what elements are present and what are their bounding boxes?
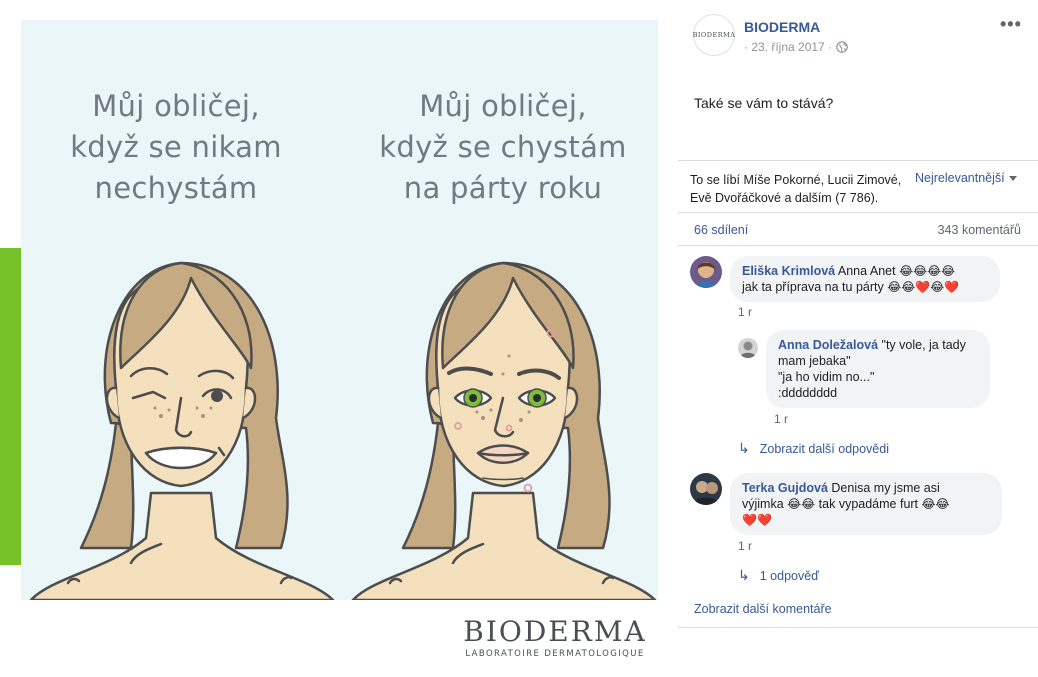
reply-text: :dddddddd: [778, 386, 838, 400]
comment-emoji: ❤️❤️: [742, 513, 772, 527]
comment-emoji: 😂😂: [921, 497, 950, 511]
reply-bubble: Anna Doležalová "ty vole, ja tady mam je…: [766, 330, 990, 408]
comment-emoji: 😂😂❤️😂❤️: [887, 280, 960, 294]
logo-subtitle: LABORATOIRE DERMATOLOGIQUE: [465, 649, 645, 659]
post-image[interactable]: Můj obličej, když se nikam nechystám Můj…: [21, 20, 658, 600]
avatar-photo: [690, 256, 722, 288]
reply-avatar[interactable]: [738, 338, 758, 358]
commenter-avatar[interactable]: [690, 256, 722, 288]
post-panel: BIODERMA BIODERMA · 23. října 2017 · •••…: [678, 0, 1038, 677]
post-date-link[interactable]: · 23. října 2017 ·: [744, 40, 832, 54]
comment-bubble: Terka Gujdová Denisa my jsme asi výjimka…: [730, 473, 1002, 535]
reply-author-link[interactable]: Anna Doležalová: [778, 338, 878, 352]
bioderma-logo: BIODERMA LABORATOIRE DERMATOLOGIQUE: [450, 615, 660, 660]
reply-time-link[interactable]: 1 r: [774, 412, 788, 426]
comment-author-link[interactable]: Terka Gujdová: [742, 481, 828, 495]
relaxed-face-illustration: [29, 261, 335, 600]
reply-arrow-icon: ↳: [738, 440, 750, 456]
comment-text: výjimka: [742, 497, 788, 511]
caret-down-icon: [1008, 175, 1017, 181]
caption-right: Můj obličej, když se chystám na párty ro…: [379, 89, 627, 205]
green-accent-bar: [0, 248, 21, 565]
reply-text: "ja ho vidim no...": [778, 370, 875, 384]
page-avatar[interactable]: BIODERMA: [693, 14, 735, 56]
replies-label: 1 odpověď: [759, 568, 819, 583]
reply-text: mam jebaka": [778, 354, 851, 368]
likes-summary[interactable]: To se líbí Míše Pokorné, Lucii Zimové, E…: [690, 171, 910, 207]
comment-bubble: Eliška Krimlová Anna Anet 😂😂😂😂 jak ta př…: [730, 256, 1000, 302]
divider: [678, 627, 1038, 628]
anxious-face-illustration: [351, 261, 657, 600]
shares-link[interactable]: 66 sdílení: [694, 223, 748, 237]
comment-text: tak vypadáme furt: [815, 497, 922, 511]
reply-text: "ty vole, ja tady: [878, 338, 966, 352]
comment-emoji: 😂😂: [787, 497, 816, 511]
comment-author-link[interactable]: Eliška Krimlová: [742, 264, 835, 278]
avatar-photo: [690, 473, 722, 505]
comment-text: jak ta příprava na tu párty: [742, 280, 888, 294]
comment-text: Anna Anet: [835, 264, 900, 278]
comment-time-link[interactable]: 1 r: [738, 305, 752, 319]
comment-text: Denisa my jsme asi: [827, 481, 940, 495]
comment-emoji: 😂😂😂😂: [899, 264, 956, 278]
post-text: Také se vám to stává?: [694, 95, 834, 111]
post-meta: · 23. října 2017 ·: [744, 40, 848, 54]
replies-link[interactable]: ↳ 1 odpověď: [738, 567, 819, 584]
avatar-photo: [738, 338, 758, 358]
caption-left: Můj obličej, když se nikam nechystám: [70, 89, 282, 205]
divider: [678, 212, 1038, 213]
comment-time-link[interactable]: 1 r: [738, 539, 752, 553]
more-replies-label: Zobrazit další odpovědi: [759, 441, 889, 456]
more-options-button[interactable]: •••: [1000, 14, 1022, 35]
divider: [678, 160, 1038, 161]
globe-icon: [836, 41, 848, 53]
reply-arrow-icon: ↳: [738, 567, 750, 583]
more-replies-link[interactable]: ↳ Zobrazit další odpovědi: [738, 440, 889, 457]
page-avatar-text: BIODERMA: [692, 31, 736, 39]
more-comments-link[interactable]: Zobrazit další komentáře: [694, 602, 832, 616]
commenter-avatar[interactable]: [690, 473, 722, 505]
divider: [678, 245, 1038, 246]
sort-comments-dropdown[interactable]: Nejrelevantnější: [915, 171, 1017, 185]
comments-count-link[interactable]: 343 komentářů: [938, 223, 1021, 237]
sort-label: Nejrelevantnější: [915, 171, 1005, 185]
page-name-link[interactable]: BIODERMA: [744, 19, 820, 35]
logo-name: BIODERMA: [463, 615, 647, 648]
